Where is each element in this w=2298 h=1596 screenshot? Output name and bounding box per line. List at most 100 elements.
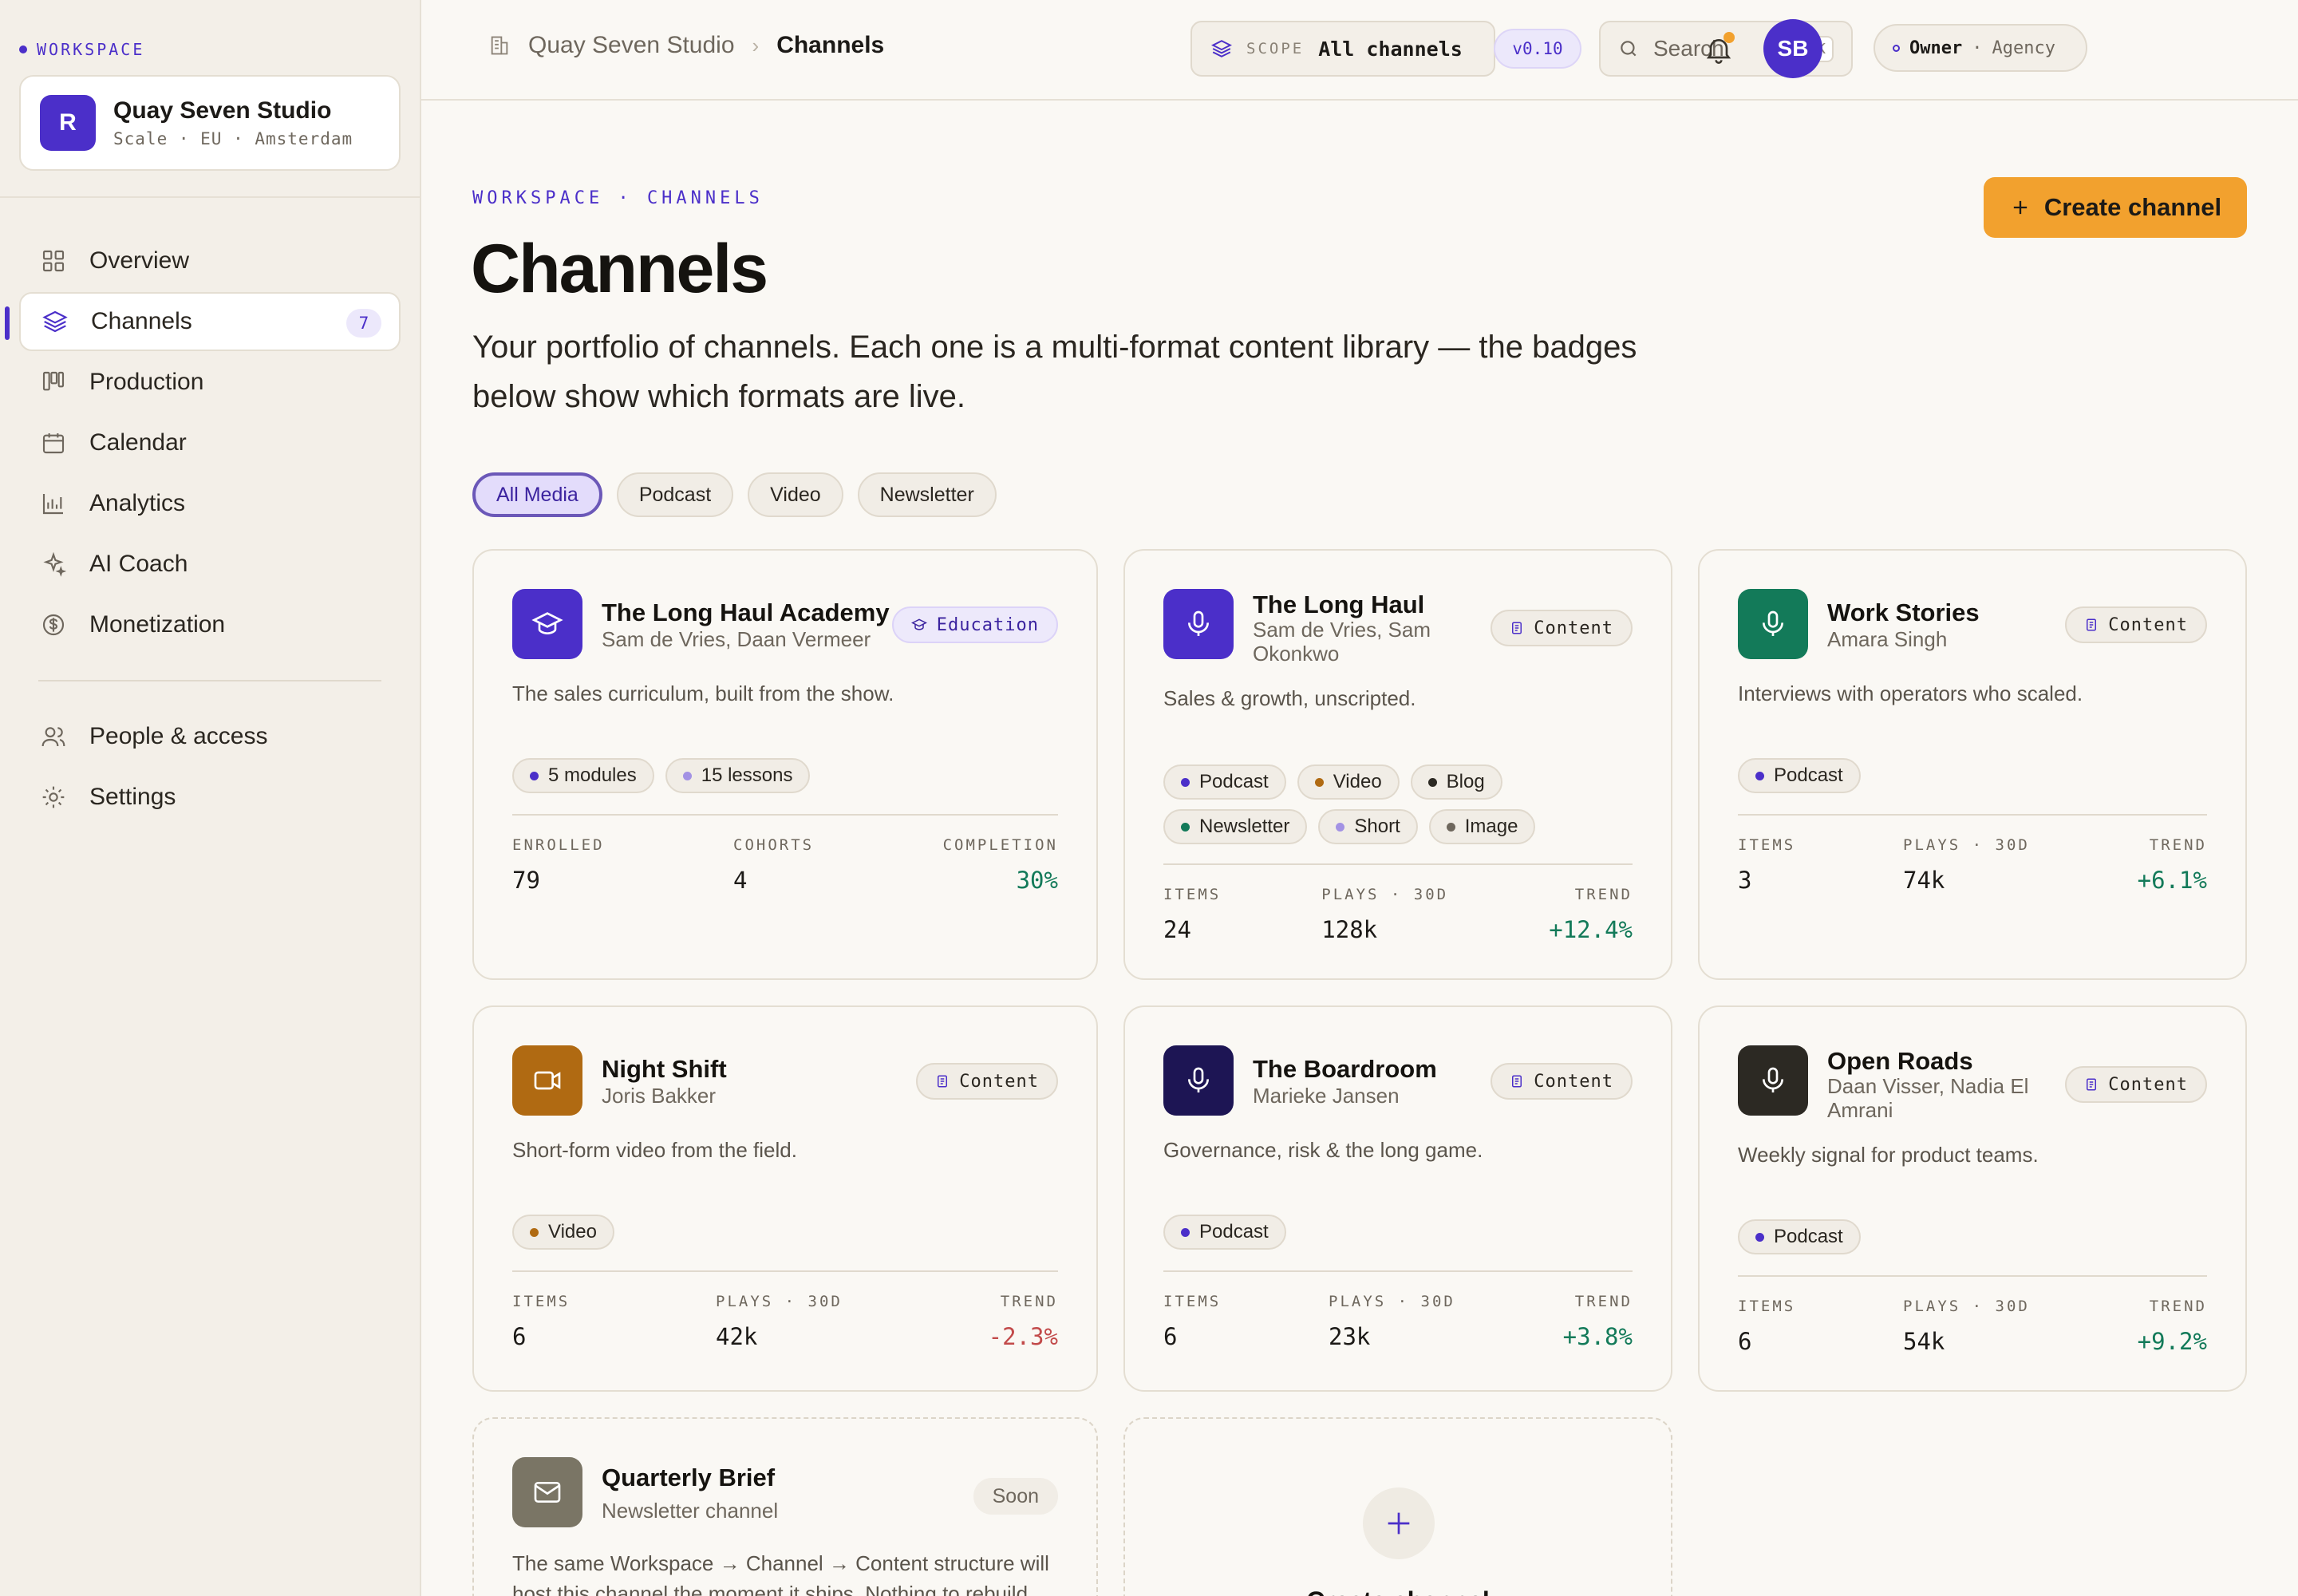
bar-chart-icon	[40, 490, 67, 517]
filter-all-media[interactable]: All Media	[472, 472, 602, 517]
card-description: Governance, risk & the long game.	[1163, 1138, 1483, 1162]
sidebar-item-monetization[interactable]: Monetization	[19, 595, 401, 654]
card-tag: Content	[916, 1063, 1058, 1100]
layers-icon	[1211, 38, 1232, 59]
stat-plays: PLAYS · 30D 42k	[716, 1293, 843, 1350]
scope-label: SCOPE	[1246, 40, 1305, 57]
stat-items: ITEMS 6	[1163, 1293, 1222, 1350]
card-stats: ITEMS 24 PLAYS · 30D 128k TREND +12.4%	[1163, 886, 1633, 943]
create-channel-button[interactable]: Create channel	[1984, 177, 2247, 238]
card-description: Interviews with operators who scaled.	[1738, 681, 2083, 705]
channel-card-open-roads[interactable]: Open Roads Daan Visser, Nadia El Amrani …	[1698, 1005, 2247, 1392]
card-title: Quarterly Brief	[602, 1464, 776, 1491]
stat-items: ITEMS 24	[1163, 886, 1222, 943]
org-type-label: Agency	[1992, 38, 2055, 58]
workspace-avatar: R	[40, 95, 96, 151]
filter-video[interactable]: Video	[748, 472, 843, 517]
sidebar-item-channels[interactable]: Channels 7	[5, 292, 401, 351]
sidebar-item-people[interactable]: People & access	[19, 707, 401, 766]
card-description: Sales & growth, unscripted.	[1163, 686, 1416, 710]
sidebar-item-label: Settings	[89, 784, 176, 810]
card-divider	[1738, 1275, 2207, 1277]
sidebar-item-overview[interactable]: Overview	[19, 231, 401, 290]
media-filter: All Media Podcast Video Newsletter	[472, 472, 997, 517]
card-divider	[512, 814, 1058, 816]
card-owners: Sam de Vries, Sam Okonkwo	[1253, 618, 1431, 666]
microphone-icon	[1738, 1045, 1808, 1116]
card-stats: ITEMS 6 PLAYS · 30D 23k TREND +3.8%	[1163, 1293, 1633, 1350]
channels-count-badge: 7	[346, 309, 381, 338]
channel-card-boardroom[interactable]: The Boardroom Marieke Jansen Content Gov…	[1123, 1005, 1672, 1392]
microphone-icon	[1738, 589, 1808, 659]
sidebar-item-label: Channels	[91, 308, 192, 334]
breadcrumb: Quay Seven Studio › Channels	[488, 32, 884, 59]
document-icon	[2084, 618, 2099, 632]
sidebar-item-label: AI Coach	[89, 551, 188, 577]
topbar: Quay Seven Studio › Channels SCOPE All c…	[421, 0, 2298, 101]
format-badge: 15 lessons	[665, 758, 811, 793]
scope-selector[interactable]: SCOPE All channels	[1190, 21, 1495, 77]
sidebar-item-settings[interactable]: Settings	[19, 768, 401, 827]
format-badges: 5 modules 15 lessons	[512, 758, 991, 793]
scope-value: All channels	[1318, 37, 1463, 61]
stat-items: ITEMS 6	[512, 1293, 571, 1350]
document-icon	[2084, 1077, 2099, 1092]
format-badges: Podcast	[1738, 758, 2217, 793]
card-title: Night Shift	[602, 1055, 727, 1083]
format-badge: Blog	[1410, 764, 1502, 800]
page-title: Channels	[471, 231, 768, 307]
card-description: Weekly signal for product teams.	[1738, 1143, 2039, 1167]
card-stats: ITEMS 6 PLAYS · 30D 42k TREND -2.3%	[512, 1293, 1058, 1350]
channel-card-night-shift[interactable]: Night Shift Joris Bakker Content Short-f…	[472, 1005, 1098, 1392]
role-switcher[interactable]: Owner · Agency	[1874, 24, 2087, 72]
workspace-switcher[interactable]: R Quay Seven Studio Scale · EU · Amsterd…	[19, 75, 401, 171]
format-badge: Podcast	[1163, 1215, 1286, 1250]
sidebar-divider	[38, 680, 381, 681]
card-tag: Content	[2065, 606, 2207, 643]
card-owners: Newsletter channel	[602, 1499, 779, 1523]
kanban-icon	[40, 369, 67, 396]
card-description: The sales curriculum, built from the sho…	[512, 681, 894, 705]
soon-badge: Soon	[973, 1478, 1058, 1515]
sidebar-nav: Overview Channels 7 Production Calendar	[5, 231, 401, 828]
sidebar-item-production[interactable]: Production	[19, 353, 401, 412]
channel-card-work-stories[interactable]: Work Stories Amara Singh Content Intervi…	[1698, 549, 2247, 980]
microphone-icon	[1163, 1045, 1234, 1116]
card-stats: ITEMS 3 PLAYS · 30D 74k TREND +6.1%	[1738, 836, 2207, 894]
card-owners: Daan Visser, Nadia El Amrani	[1827, 1074, 2029, 1122]
role-separator: ·	[1972, 38, 1983, 58]
channel-card-long-haul-academy[interactable]: The Long Haul Academy Sam de Vries, Daan…	[472, 549, 1098, 980]
format-badges: Podcast	[1738, 1219, 2217, 1254]
channel-card-long-haul[interactable]: The Long Haul Sam de Vries, Sam Okonkwo …	[1123, 549, 1672, 980]
card-title: The Long Haul	[1253, 591, 1425, 618]
format-badge: 5 modules	[512, 758, 654, 793]
sidebar-item-analytics[interactable]: Analytics	[19, 474, 401, 533]
format-badges: Podcast	[1163, 1215, 1642, 1250]
people-icon	[40, 723, 67, 750]
sidebar-item-ai-coach[interactable]: AI Coach	[19, 535, 401, 594]
role-dot-icon	[1893, 44, 1900, 52]
card-description: Short-form video from the field.	[512, 1138, 797, 1162]
breadcrumb-workspace[interactable]: Quay Seven Studio	[528, 32, 735, 59]
new-channel-card[interactable]: Create channel	[1123, 1417, 1672, 1596]
sidebar-divider	[0, 196, 420, 198]
dollar-icon	[40, 611, 67, 638]
stat-trend: TREND -2.3%	[988, 1293, 1058, 1350]
filter-newsletter[interactable]: Newsletter	[857, 472, 997, 517]
video-camera-icon	[512, 1045, 582, 1116]
document-icon	[1510, 621, 1524, 635]
user-avatar[interactable]: SB	[1763, 19, 1822, 78]
envelope-icon	[512, 1457, 582, 1527]
sidebar-item-calendar[interactable]: Calendar	[19, 413, 401, 472]
breadcrumb-current: Channels	[776, 32, 885, 58]
sidebar-item-label: Analytics	[89, 490, 186, 516]
new-channel-label: Create channel	[1125, 1586, 1671, 1596]
sparkle-icon	[40, 551, 67, 578]
filter-podcast[interactable]: Podcast	[616, 472, 734, 517]
card-divider	[1163, 863, 1633, 865]
card-title: The Long Haul Academy	[602, 598, 890, 626]
plus-icon	[1363, 1487, 1435, 1559]
card-stats: ITEMS 6 PLAYS · 30D 54k TREND +9.2%	[1738, 1298, 2207, 1355]
format-badge: Podcast	[1163, 764, 1286, 800]
card-owners: Sam de Vries, Daan Vermeer	[602, 627, 871, 651]
